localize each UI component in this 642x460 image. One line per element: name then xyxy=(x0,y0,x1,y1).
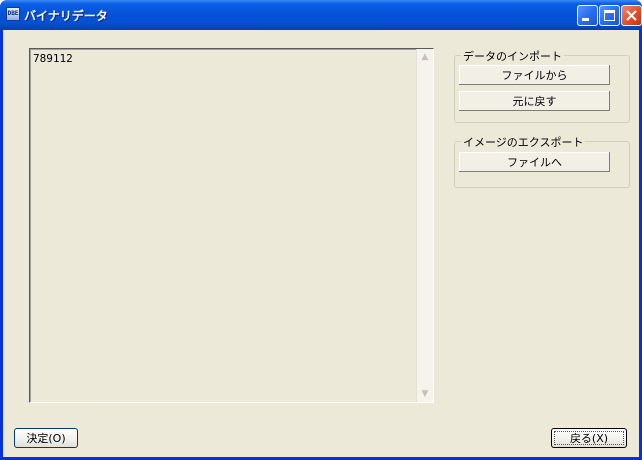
maximize-button[interactable] xyxy=(599,5,620,26)
close-icon xyxy=(626,10,637,21)
scroll-down-icon[interactable]: ▼ xyxy=(417,386,433,402)
dialog-window: DBE バイナリデータ 789112 ▲ ▼ データのインポート ファイルから … xyxy=(0,0,642,460)
import-from-file-button[interactable]: ファイルから xyxy=(459,65,610,85)
close-button[interactable] xyxy=(621,5,642,26)
restore-button[interactable]: 元に戻す xyxy=(459,91,610,111)
textarea-inner-border xyxy=(30,49,433,402)
maximize-icon xyxy=(604,10,615,21)
minimize-button[interactable] xyxy=(577,5,598,26)
binary-data-textarea[interactable]: 789112 ▲ ▼ xyxy=(29,48,434,403)
ok-button[interactable]: 決定(O) xyxy=(14,428,78,448)
window-title: バイナリデータ xyxy=(24,9,108,23)
dialog-body: 789112 ▲ ▼ データのインポート ファイルから 元に戻す イメージのエク… xyxy=(3,30,639,457)
back-button[interactable]: 戻る(X) xyxy=(551,428,627,448)
binary-data-text[interactable]: 789112 xyxy=(33,52,73,65)
import-group-label: データのインポート xyxy=(461,48,564,64)
app-icon: DBE xyxy=(6,7,20,21)
title-bar[interactable]: DBE バイナリデータ xyxy=(0,0,642,30)
minimize-icon xyxy=(582,18,589,21)
scroll-up-icon[interactable]: ▲ xyxy=(417,49,433,65)
export-to-file-button[interactable]: ファイルへ xyxy=(459,152,610,172)
export-group-label: イメージのエクスポート xyxy=(461,134,586,150)
vertical-scrollbar[interactable]: ▲ ▼ xyxy=(416,49,433,402)
